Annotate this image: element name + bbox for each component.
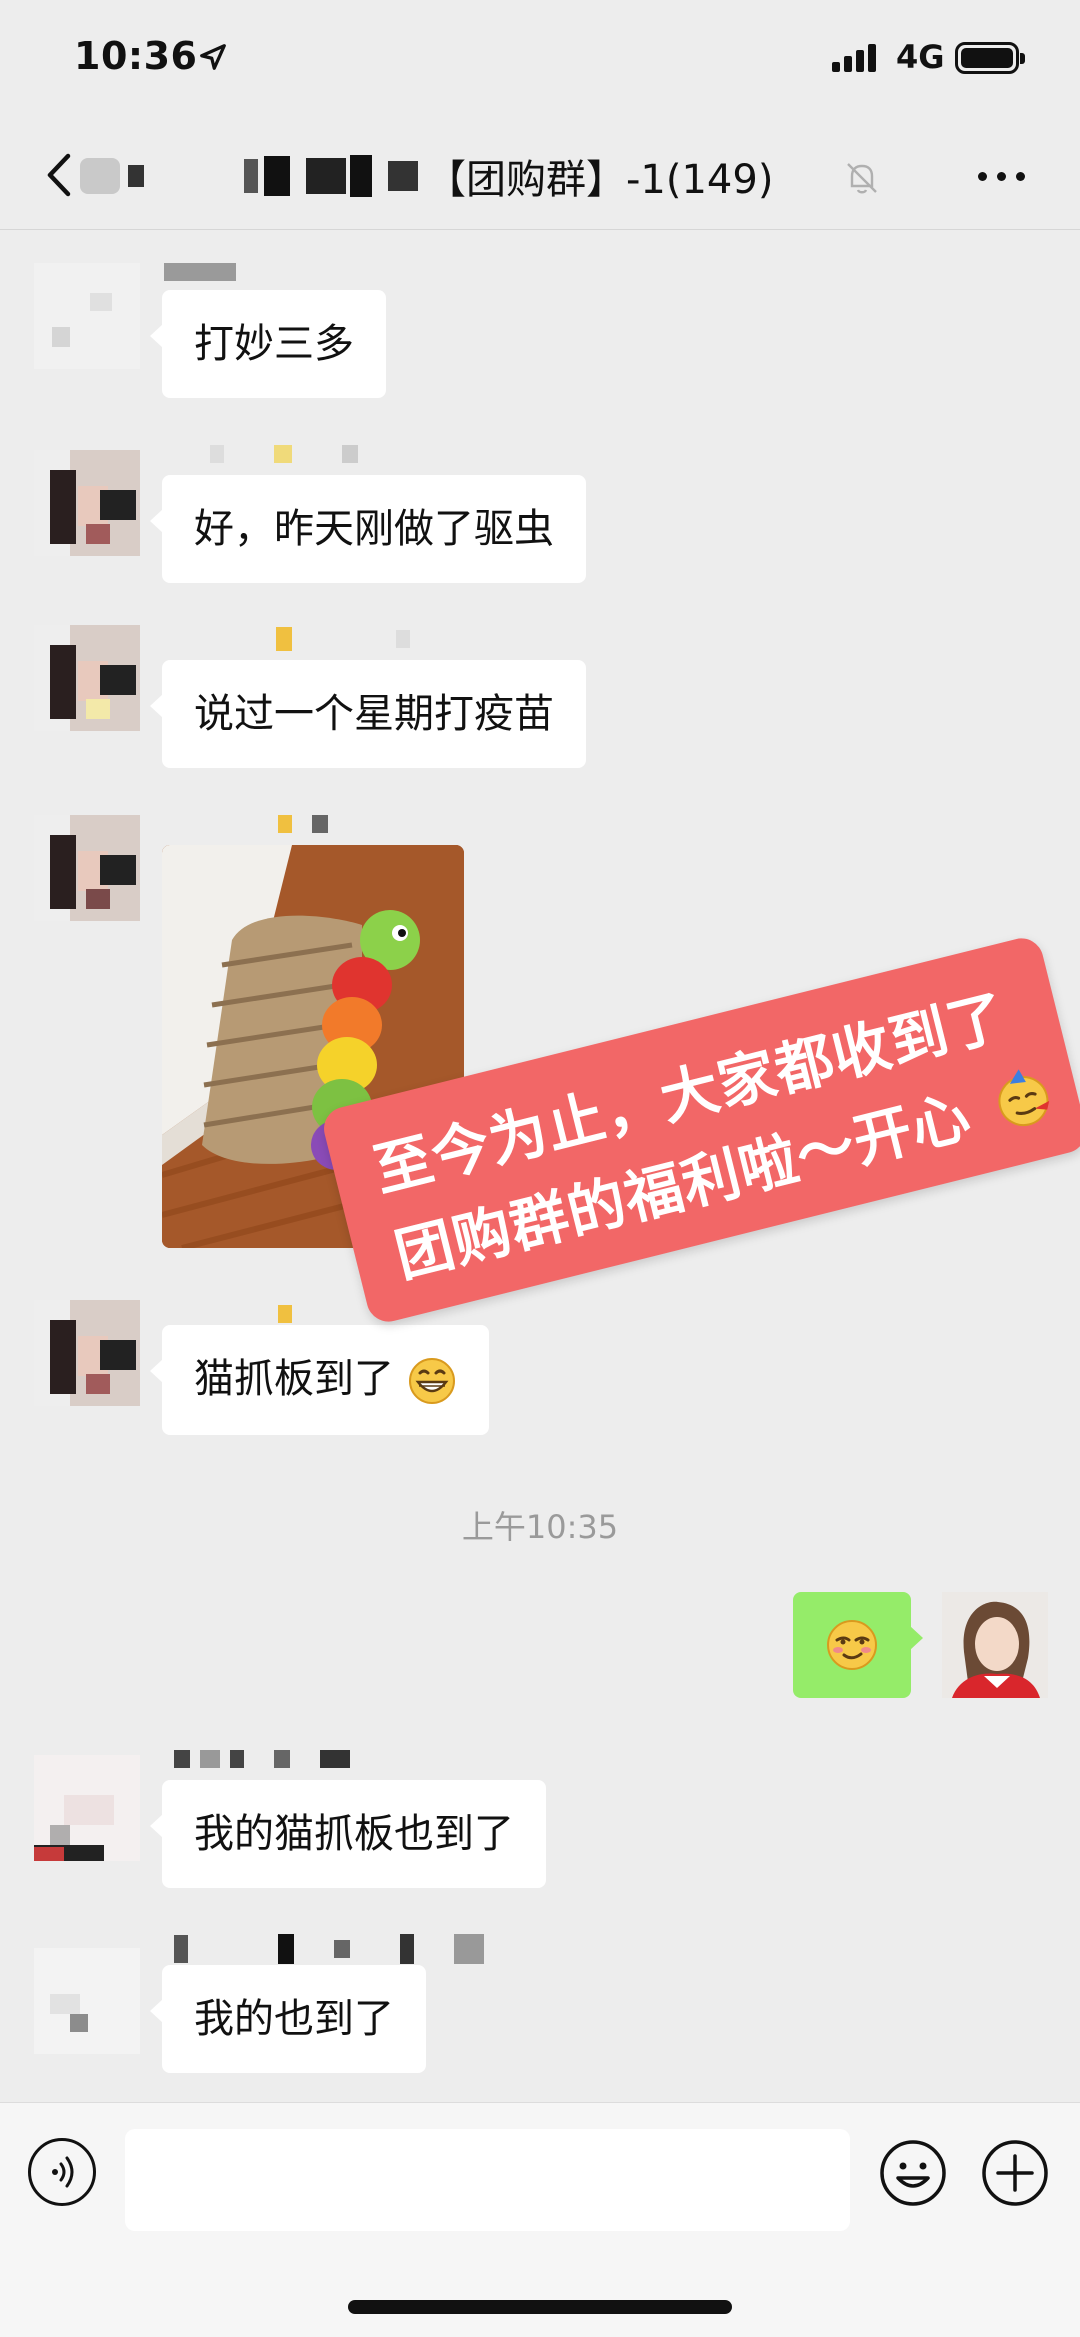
- sender-name-blurred: [164, 258, 236, 286]
- message-text: 猫抓板到了: [194, 1356, 394, 1402]
- avatar[interactable]: [34, 625, 140, 731]
- message-bubble[interactable]: 好，昨天刚做了驱虫: [150, 475, 586, 583]
- avatar[interactable]: [34, 450, 140, 556]
- message-bubble[interactable]: 打妙三多: [150, 290, 386, 398]
- avatar[interactable]: [34, 263, 140, 369]
- status-time: 10:36: [74, 34, 198, 78]
- message-bubble[interactable]: 我的也到了: [150, 1965, 426, 2073]
- message-bubble[interactable]: 我的猫抓板也到了: [150, 1780, 546, 1888]
- avatar[interactable]: [34, 1755, 140, 1861]
- status-bar: 10:36 4G: [0, 0, 1080, 120]
- avatar[interactable]: [34, 1300, 140, 1406]
- message-input[interactable]: [125, 2129, 850, 2231]
- avatar[interactable]: [34, 815, 140, 921]
- sender-name-blurred: [164, 810, 328, 838]
- home-indicator[interactable]: [348, 2300, 732, 2314]
- message-bubble[interactable]: 说过一个星期打疫苗: [150, 660, 586, 768]
- voice-icon[interactable]: [28, 2138, 96, 2206]
- sender-name-blurred: [164, 1934, 484, 1964]
- sender-name-blurred: [164, 1745, 350, 1773]
- back-icon[interactable]: [40, 150, 80, 200]
- mute-bell-icon: [847, 163, 877, 194]
- message-bubble[interactable]: 猫抓板到了: [150, 1325, 489, 1435]
- sender-name-blurred: [164, 1300, 292, 1328]
- chat-title-area[interactable]: 【团购群】-1(149): [80, 148, 773, 204]
- sent-message-bubble[interactable]: [793, 1592, 923, 1698]
- sender-name-blurred: [164, 625, 410, 653]
- chat-header: 【团购群】-1(149): [0, 120, 1080, 230]
- blurred-name: [80, 158, 120, 194]
- battery-icon: [955, 42, 1025, 74]
- avatar[interactable]: [34, 1948, 140, 2054]
- sender-name-blurred: [164, 440, 358, 468]
- party-emoji-icon: [998, 1069, 1050, 1127]
- plus-icon[interactable]: [980, 2138, 1050, 2208]
- location-arrow-icon: [200, 44, 226, 70]
- profile-photo: [942, 1592, 1048, 1698]
- signal-icon: [832, 42, 876, 72]
- network-type: 4G: [896, 38, 945, 76]
- emoji-icon[interactable]: [878, 2138, 948, 2208]
- more-icon[interactable]: [978, 172, 1025, 181]
- chat-title: 【团购群】-1(149): [426, 157, 774, 203]
- smirk-emoji-icon: [827, 1620, 877, 1670]
- grin-emoji-icon: [408, 1358, 455, 1404]
- my-avatar[interactable]: [942, 1592, 1048, 1698]
- chat-timestamp: 上午10:35: [461, 1508, 619, 1546]
